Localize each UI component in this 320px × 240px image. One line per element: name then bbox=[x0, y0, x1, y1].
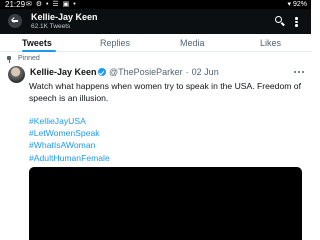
more-options-icon[interactable] bbox=[295, 17, 298, 27]
tweet-overflow-icon[interactable] bbox=[294, 71, 306, 74]
tab-tweets[interactable]: Tweets bbox=[22, 38, 52, 48]
tab-likes[interactable]: Likes bbox=[260, 38, 281, 48]
tweet-author-handle: @ThePosieParker · 02 Jun bbox=[109, 67, 219, 77]
tweet-video[interactable] bbox=[29, 167, 302, 240]
hashtag-link[interactable]: #KellieJayUSA bbox=[29, 115, 110, 127]
battery-level: 92% bbox=[292, 1, 307, 8]
wifi-icon: ▾ bbox=[287, 1, 292, 8]
status-bar: 21:29 ✉ ⚙ • ☰ ▣ • ▾ 92% bbox=[0, 0, 311, 9]
pin-icon bbox=[6, 56, 12, 63]
pinned-label: Pinned bbox=[18, 55, 40, 62]
active-tab-indicator bbox=[22, 50, 56, 52]
notification-icons: ✉ ⚙ • ☰ ▣ • bbox=[26, 1, 77, 8]
profile-header: Kellie-Jay Keen 62.1K Tweets bbox=[0, 9, 311, 34]
hashtag-link[interactable]: #LetWomenSpeak bbox=[29, 127, 110, 139]
tab-media[interactable]: Media bbox=[180, 38, 205, 48]
tweet-text: Watch what happens when women try to spe… bbox=[29, 81, 301, 104]
search-icon[interactable] bbox=[275, 16, 284, 25]
tweet-author-name[interactable]: Kellie-Jay Keen bbox=[30, 67, 97, 77]
meta-separator: · bbox=[185, 67, 189, 77]
header-tweet-count: 62.1K Tweets bbox=[31, 23, 71, 30]
status-right: ▾ 92% bbox=[288, 0, 307, 9]
tweet-date[interactable]: 02 Jun bbox=[192, 67, 219, 77]
verified-badge-icon bbox=[98, 68, 106, 76]
avatar[interactable] bbox=[8, 66, 25, 83]
hashtag-link[interactable]: #AdultHumanFemale bbox=[29, 152, 110, 164]
hashtag-link[interactable]: #WhatIsAWoman bbox=[29, 139, 110, 151]
handle-text[interactable]: @ThePosieParker bbox=[109, 67, 183, 77]
tweet-hashtags: #KellieJayUSA #LetWomenSpeak #WhatIsAWom… bbox=[29, 115, 110, 164]
header-profile-name: Kellie-Jay Keen bbox=[31, 12, 98, 22]
back-arrow-icon[interactable] bbox=[8, 14, 22, 28]
tab-replies[interactable]: Replies bbox=[100, 38, 130, 48]
status-time: 21:29 bbox=[5, 0, 26, 9]
profile-tabs: Tweets Replies Media Likes bbox=[0, 34, 311, 52]
